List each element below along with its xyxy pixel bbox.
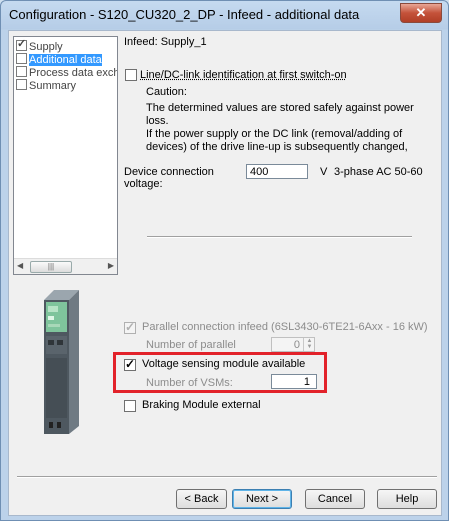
scroll-left-icon[interactable]: ◀ (17, 261, 23, 270)
caution-clip (146, 153, 416, 156)
nav-item-label: Additional data (29, 54, 102, 66)
close-button[interactable]: ✕ (400, 3, 442, 23)
configuration-window: Configuration - S120_CU320_2_DP - Infeed… (0, 0, 449, 521)
cancel-button[interactable]: Cancel (305, 489, 365, 509)
checkbox-icon (16, 66, 27, 77)
parallel-connection-checkbox[interactable]: ✓ (124, 320, 136, 334)
caution-label: Caution: (146, 86, 187, 98)
motor-module-image (44, 290, 79, 434)
voltage-sensing-module-checkbox[interactable]: ✓ (124, 357, 136, 371)
line-dc-identification-label: Line/DC-link identification at first swi… (140, 69, 347, 81)
nav-item-process-data-exchange[interactable]: Process data exch (16, 66, 118, 79)
next-button[interactable]: Next > (232, 489, 292, 509)
nav-item-summary[interactable]: Summary (16, 79, 76, 92)
parallel-connection-label: Parallel connection infeed (6SL3430-6TE2… (142, 321, 428, 333)
braking-module-label: Braking Module external (142, 399, 261, 411)
line-dc-identification-checkbox[interactable] (125, 69, 137, 81)
bottom-separator (17, 476, 437, 478)
checkbox-icon (16, 53, 27, 64)
caution-text-line: The determined values are stored safely … (146, 102, 414, 114)
vsm-number-input[interactable]: 1 (271, 374, 317, 389)
checkbox-icon: ✓ (16, 38, 27, 51)
close-icon: ✕ (415, 5, 427, 20)
device-voltage-spec: 3-phase AC 50-60 (334, 166, 423, 178)
window-title: Configuration - S120_CU320_2_DP - Infeed… (9, 7, 360, 22)
checkbox-icon (16, 79, 27, 90)
vsm-number-label: Number of VSMs: (146, 377, 233, 389)
spinner-arrows-icon[interactable]: ▲ ▼ (303, 338, 315, 351)
scroll-right-icon[interactable]: ▶ (108, 261, 114, 270)
caution-text-line: If the power supply or the DC link (remo… (146, 128, 403, 140)
nav-horizontal-scrollbar[interactable]: ◀ ||| ▶ (14, 258, 117, 274)
checkmark-icon: ✓ (125, 357, 136, 371)
nav-item-label: Summary (29, 80, 77, 92)
nav-item-supply[interactable]: ✓ Supply (16, 38, 63, 53)
title-bar: Configuration - S120_CU320_2_DP - Infeed… (1, 1, 448, 29)
back-button[interactable]: < Back (176, 489, 227, 509)
additional-data-panel: Infeed: Supply_1 Line/DC-link identifica… (124, 31, 424, 276)
checkmark-icon: ✓ (125, 320, 136, 334)
navigation-tree: ✓ Supply Additional data Process data exc… (13, 36, 118, 275)
help-button[interactable]: Help (377, 489, 437, 509)
device-voltage-input[interactable]: 400 (246, 164, 308, 179)
dialog-client-area: ✓ Supply Additional data Process data exc… (8, 30, 442, 516)
infeed-heading: Infeed: Supply_1 (124, 36, 207, 48)
nav-item-label: Process data exch (29, 67, 118, 79)
braking-module-checkbox[interactable] (124, 400, 136, 412)
parallel-number-label: Number of parallel (146, 339, 236, 351)
device-voltage-unit: V (320, 166, 328, 178)
panel-separator (147, 236, 412, 238)
caution-text-line: loss. (146, 115, 169, 127)
nav-item-label: Supply (29, 41, 63, 53)
nav-item-additional-data[interactable]: Additional data (16, 53, 102, 66)
voltage-sensing-module-label: Voltage sensing module available (142, 358, 306, 370)
device-voltage-label-cont: voltage: (124, 178, 163, 190)
scroll-thumb[interactable]: ||| (30, 261, 72, 273)
